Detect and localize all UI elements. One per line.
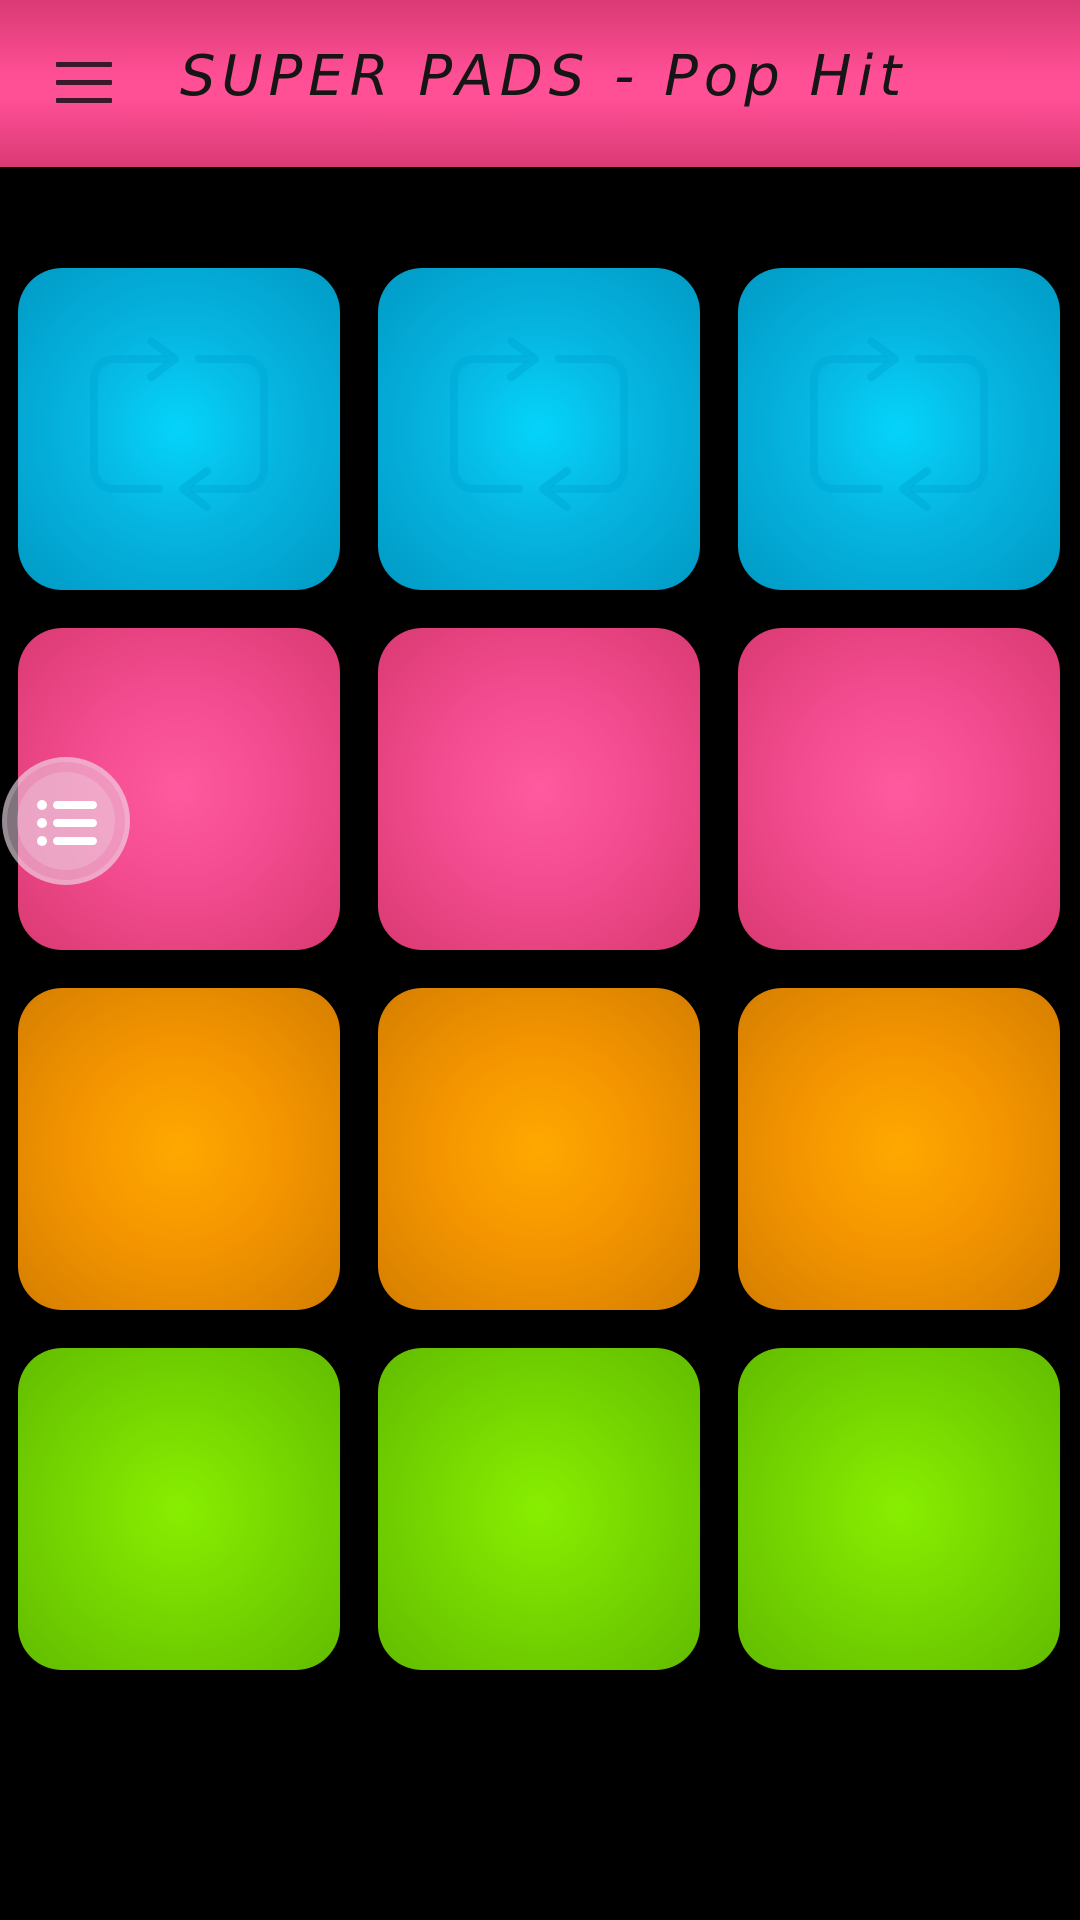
pad-green-r4c3[interactable]: [738, 1348, 1060, 1670]
list-icon: [37, 800, 97, 846]
loop-icon: [450, 337, 628, 511]
pad-pink-r2c3[interactable]: [738, 628, 1060, 950]
pad-orange-r3c1[interactable]: [18, 988, 340, 1310]
page-title: SUPER PADS - Pop Hit: [180, 44, 908, 109]
loop-icon: [810, 337, 988, 511]
pad-orange-r3c2[interactable]: [378, 988, 700, 1310]
menu-button[interactable]: [40, 50, 128, 116]
pad-green-r4c1[interactable]: [18, 1348, 340, 1670]
floating-list-button[interactable]: [2, 757, 130, 885]
pad-blue-r1c2[interactable]: [378, 268, 700, 590]
loop-icon: [90, 337, 268, 511]
pad-blue-r1c1[interactable]: [18, 268, 340, 590]
pad-blue-r1c3[interactable]: [738, 268, 1060, 590]
app-header: SUPER PADS - Pop Hit: [0, 0, 1080, 167]
pad-green-r4c2[interactable]: [378, 1348, 700, 1670]
pad-orange-r3c3[interactable]: [738, 988, 1060, 1310]
pad-pink-r2c2[interactable]: [378, 628, 700, 950]
